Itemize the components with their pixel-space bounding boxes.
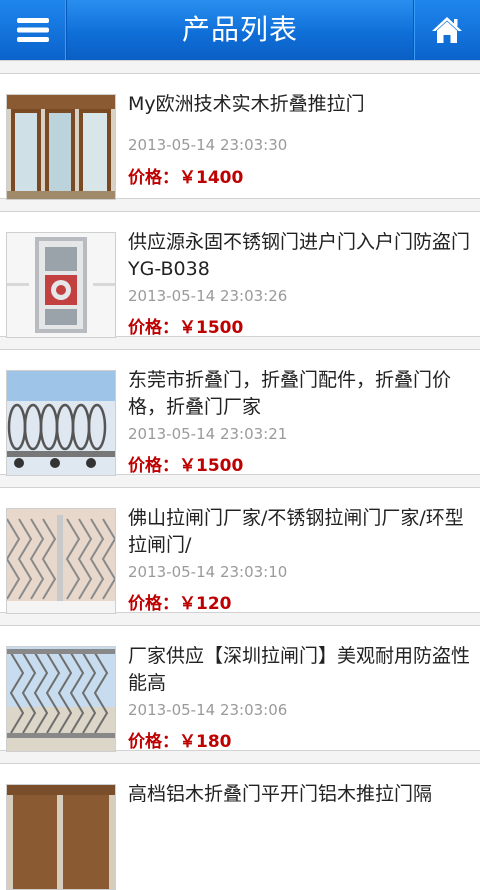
price-value: ￥1500 (179, 456, 244, 476)
list-item[interactable]: 厂家供应【深圳拉闸门】美观耐用防盗性能高 2013-05-14 23:03:06… (0, 626, 480, 752)
list-divider (0, 474, 480, 488)
product-list: My欧洲技术实木折叠推拉门 2013-05-14 23:03:30 价格：￥14… (0, 60, 480, 890)
list-divider (0, 750, 480, 764)
product-name: 高档铝木折叠门平开门铝木推拉门隔 (128, 783, 433, 805)
list-item[interactable]: 东莞市折叠门，折叠门配件，折叠门价格，折叠门厂家 2013-05-14 23:0… (0, 350, 480, 476)
product-thumbnail (6, 94, 116, 200)
product-date: 2013-05-14 23:03:06 (128, 701, 288, 719)
list-item[interactable]: 供应源永固不锈钢门进户门入户门防盗门YG-B038 2013-05-14 23:… (0, 212, 480, 338)
product-date: 2013-05-14 23:03:10 (128, 563, 288, 581)
product-price: 价格：￥180 (128, 727, 232, 752)
product-name: 厂家供应【深圳拉闸门】美观耐用防盗性能高 (128, 645, 471, 694)
price-label: 价格： (128, 168, 179, 188)
menu-icon (17, 18, 49, 42)
product-price: 价格：￥1500 (128, 451, 243, 476)
price-value: ￥1400 (179, 168, 244, 188)
list-divider (0, 336, 480, 350)
product-price: 价格：￥1500 (128, 313, 243, 338)
product-name: 东莞市折叠门，折叠门配件，折叠门价格，折叠门厂家 (128, 369, 452, 418)
product-thumbnail (6, 232, 116, 338)
product-name: 佛山拉闸门厂家/不锈钢拉闸门厂家/环型拉闸门/ (128, 507, 464, 556)
list-item[interactable]: My欧洲技术实木折叠推拉门 2013-05-14 23:03:30 价格：￥14… (0, 74, 480, 200)
list-item[interactable]: 佛山拉闸门厂家/不锈钢拉闸门厂家/环型拉闸门/ 2013-05-14 23:03… (0, 488, 480, 614)
product-date: 2013-05-14 23:03:26 (128, 287, 288, 305)
list-item[interactable]: 高档铝木折叠门平开门铝木推拉门隔 (0, 764, 480, 890)
price-value: ￥1500 (179, 318, 244, 338)
top-bar: 产品列表 (0, 0, 480, 60)
price-value: ￥180 (179, 732, 232, 752)
product-thumbnail (6, 370, 116, 476)
price-label: 价格： (128, 318, 179, 338)
page-title: 产品列表 (181, 13, 298, 46)
product-name: My欧洲技术实木折叠推拉门 (128, 93, 365, 115)
price-label: 价格： (128, 456, 179, 476)
product-thumbnail (6, 646, 116, 752)
list-divider (0, 60, 480, 74)
list-divider (0, 612, 480, 626)
home-icon (432, 17, 462, 43)
product-price: 价格：￥1400 (128, 163, 243, 188)
product-thumbnail (6, 508, 116, 614)
price-label: 价格： (128, 732, 179, 752)
home-button[interactable] (413, 0, 480, 60)
product-name: 供应源永固不锈钢门进户门入户门防盗门YG-B038 (128, 231, 471, 280)
product-date: 2013-05-14 23:03:21 (128, 425, 288, 443)
menu-button[interactable] (0, 0, 67, 60)
product-price: 价格：￥120 (128, 589, 232, 614)
product-date: 2013-05-14 23:03:30 (128, 136, 288, 154)
price-value: ￥120 (179, 594, 232, 614)
price-label: 价格： (128, 594, 179, 614)
list-divider (0, 198, 480, 212)
